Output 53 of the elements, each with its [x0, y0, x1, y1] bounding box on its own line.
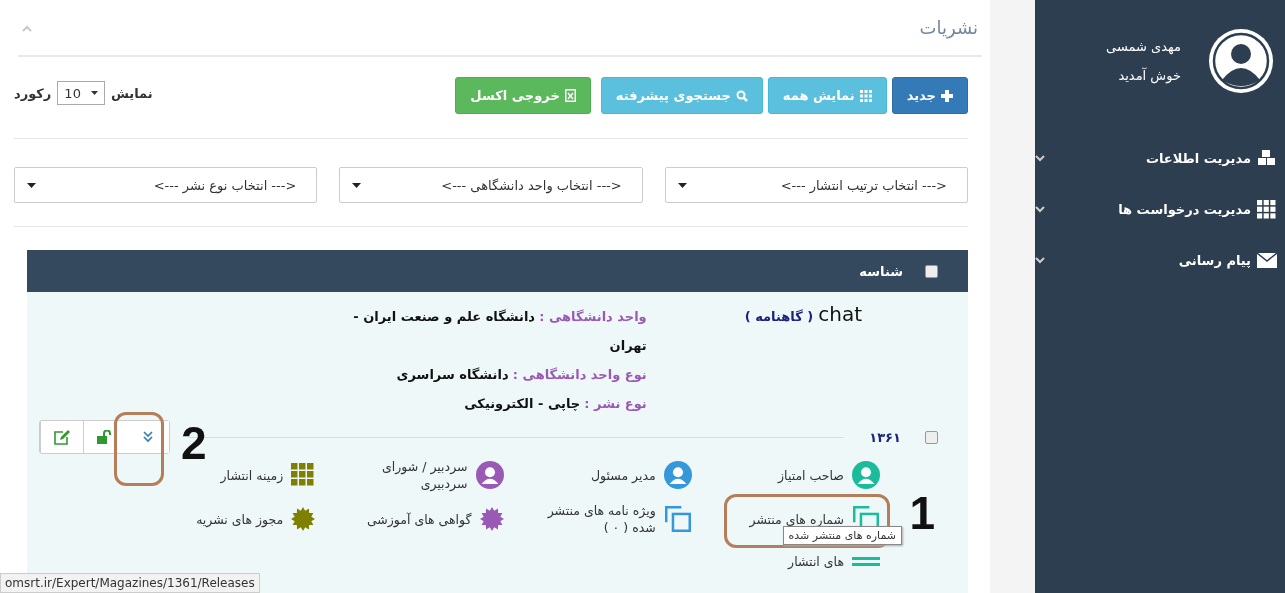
filter-dropdown[interactable]: <--- انتخاب واحد دانشگاهی --->	[339, 167, 643, 203]
menu-item[interactable]: مدیریت درخواست ها	[1035, 184, 1285, 235]
caret-down-icon	[352, 182, 362, 188]
checkbox[interactable]	[925, 264, 938, 278]
avatar-icon	[1207, 27, 1275, 95]
chevron-down-icon	[1035, 257, 1045, 264]
open-padlock-icon	[97, 430, 113, 444]
checkbox[interactable]	[925, 430, 938, 444]
grid-icon	[859, 89, 872, 102]
link-text[interactable]: صاحب امتیاز	[778, 466, 844, 484]
user-name: مهدی شمسی	[1106, 39, 1181, 54]
link-text[interactable]: های انتشار	[788, 552, 844, 570]
double-chevron-icon	[141, 431, 154, 443]
menu-item[interactable]: مدیریت اطلاعات	[1035, 133, 1285, 184]
annotation-number: 1	[909, 490, 935, 536]
record-id: ۱۳۶۱	[869, 429, 901, 445]
chevron-down-icon	[1035, 155, 1045, 162]
caret-down-icon	[27, 182, 36, 188]
link-text[interactable]: مجوز های نشریه	[196, 510, 284, 528]
annotation-number: 2	[181, 420, 207, 466]
spreadsheet-file-icon	[564, 89, 576, 102]
link-text[interactable]: سردبیر / شورای سردبیری	[337, 458, 468, 492]
publication-period: ( گاهنامه )	[744, 309, 814, 324]
link-text[interactable]: گواهی های آموزشی	[366, 510, 472, 528]
field-text: واحد دانشگاهی : دانشگاه علم و صنعت ایران - تهران	[352, 308, 647, 355]
link-text[interactable]: مدیر مسئول	[591, 466, 656, 484]
link-text[interactable]: زمینه انتشار	[220, 466, 284, 484]
column-header: شناسه	[859, 263, 903, 279]
chevron-down-icon	[1035, 206, 1045, 213]
field-text: نوع واحد دانشگاهی : دانشگاه سراسری	[395, 366, 647, 384]
link-text[interactable]: شماره های منتشر	[749, 510, 844, 528]
edit-icon	[54, 429, 70, 445]
page-size-suffix: رکورد	[14, 85, 52, 101]
grid-icon	[1257, 199, 1277, 220]
chevron-up-icon	[22, 25, 32, 32]
status-url: omsrt.ir/Expert/Magazines/1361/Releases	[0, 573, 260, 593]
mail-icon	[1257, 253, 1277, 268]
plus-icon	[941, 89, 953, 102]
filter-dropdown[interactable]: <--- انتخاب نوع نشر --->	[14, 167, 318, 203]
welcome-text: خوش آمدید	[1117, 68, 1181, 83]
caret-down-icon	[677, 182, 687, 188]
caret-down-icon	[90, 91, 98, 95]
panel-title: نشریات	[919, 17, 979, 38]
page-size-dropdown[interactable]: 10	[57, 81, 105, 105]
field-text: نوع نشر : چاپی - الکترونیکی	[463, 395, 647, 413]
publication-title: chat	[818, 302, 862, 326]
search-icon	[735, 89, 748, 102]
tooltip: شماره های منتشر شده	[782, 526, 902, 545]
link-text[interactable]: ویژه نامه های منتشر شده ( ۰ )	[525, 502, 656, 536]
menu-item[interactable]: پیام رسانی	[1035, 235, 1285, 286]
page-size-label: نمایش	[110, 85, 153, 101]
new-button[interactable]: جدید	[891, 77, 968, 114]
filter-dropdown[interactable]: <--- انتخاب ترتیب انتشار --->	[664, 167, 968, 203]
